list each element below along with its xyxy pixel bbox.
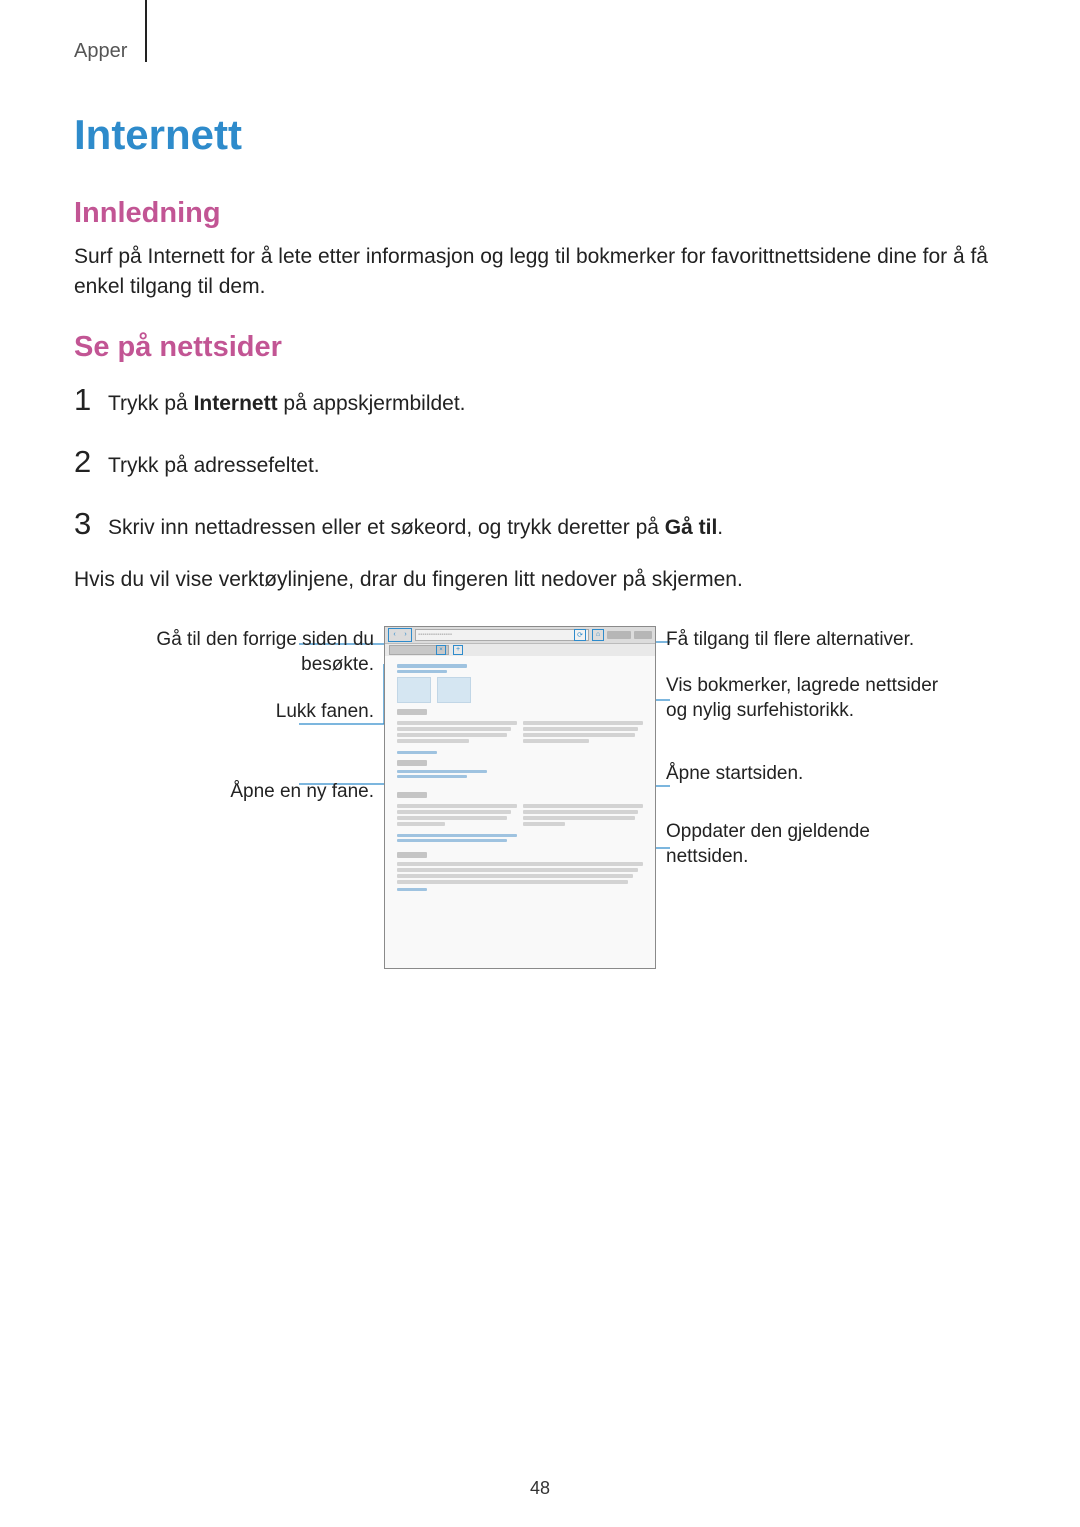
- callout-home: Åpne startsiden.: [666, 762, 803, 820]
- home-button[interactable]: ⌂: [592, 629, 604, 641]
- step-text: Trykk på adressefeltet.: [108, 454, 320, 478]
- step-text: Skriv inn nettadressen eller et søkeord,…: [108, 516, 723, 540]
- nav-back-forward[interactable]: ‹ ›: [388, 628, 412, 642]
- page-title: Internett: [74, 111, 1006, 159]
- page-number: 48: [0, 1478, 1080, 1499]
- browser-content: [385, 656, 655, 968]
- browser-mockup: ‹ › ▪▪▪▪▪▪▪▪▪▪▪▪▪▪▪▪ ⟳ ⌂ × +: [384, 626, 656, 969]
- chevron-left-icon: ‹: [393, 631, 395, 638]
- image-placeholder: [397, 677, 431, 703]
- callout-back: Gå til den forrige siden du besøkte.: [134, 628, 374, 684]
- browser-toolbar: ‹ › ▪▪▪▪▪▪▪▪▪▪▪▪▪▪▪▪ ⟳ ⌂: [385, 627, 655, 644]
- image-placeholder: [437, 677, 471, 703]
- step-3: 3 Skriv inn nettadressen eller et søkeor…: [74, 506, 1006, 542]
- header-rule: [145, 0, 147, 62]
- more-button[interactable]: [634, 631, 652, 639]
- callout-refresh: Oppdater den gjeldende nettsiden.: [666, 820, 946, 869]
- refresh-button[interactable]: ⟳: [574, 629, 586, 641]
- callout-more-options: Få tilgang til flere alternativer.: [666, 628, 914, 674]
- header-section-label: Apper: [74, 40, 1006, 63]
- subnote: Hvis du vil vise verktøylinjene, drar du…: [74, 568, 1006, 592]
- browser-diagram: Gå til den forrige siden du besøkte. Luk…: [74, 626, 1006, 969]
- close-tab-icon[interactable]: ×: [436, 645, 446, 655]
- callouts-left: Gå til den forrige siden du besøkte. Luk…: [134, 626, 374, 805]
- step-number: 2: [74, 444, 108, 480]
- step-number: 1: [74, 382, 108, 418]
- intro-heading: Innledning: [74, 197, 1006, 230]
- step-number: 3: [74, 506, 108, 542]
- steps-list: 1 Trykk på Internett på appskjermbildet.…: [74, 382, 1006, 542]
- callout-new-tab: Åpne en ny fane.: [230, 760, 374, 805]
- callout-close-tab: Lukk fanen.: [276, 684, 374, 760]
- step-text: Trykk på Internett på appskjermbildet.: [108, 392, 466, 416]
- chevron-right-icon: ›: [404, 631, 406, 638]
- step-2: 2 Trykk på adressefeltet.: [74, 444, 1006, 480]
- new-tab-button[interactable]: +: [453, 645, 463, 655]
- tab-bar: × +: [385, 644, 655, 656]
- step-1: 1 Trykk på Internett på appskjermbildet.: [74, 382, 1006, 418]
- intro-body: Surf på Internett for å lete etter infor…: [74, 242, 1006, 303]
- browser-tab[interactable]: ×: [389, 645, 449, 655]
- callouts-right: Få tilgang til flere alternativer. Vis b…: [666, 626, 946, 869]
- bookmarks-button[interactable]: [607, 631, 631, 639]
- callout-bookmarks: Vis bokmerker, lagrede nettsider og nyli…: [666, 674, 946, 762]
- address-bar[interactable]: ▪▪▪▪▪▪▪▪▪▪▪▪▪▪▪▪ ⟳: [415, 629, 589, 641]
- browse-heading: Se på nettsider: [74, 331, 1006, 364]
